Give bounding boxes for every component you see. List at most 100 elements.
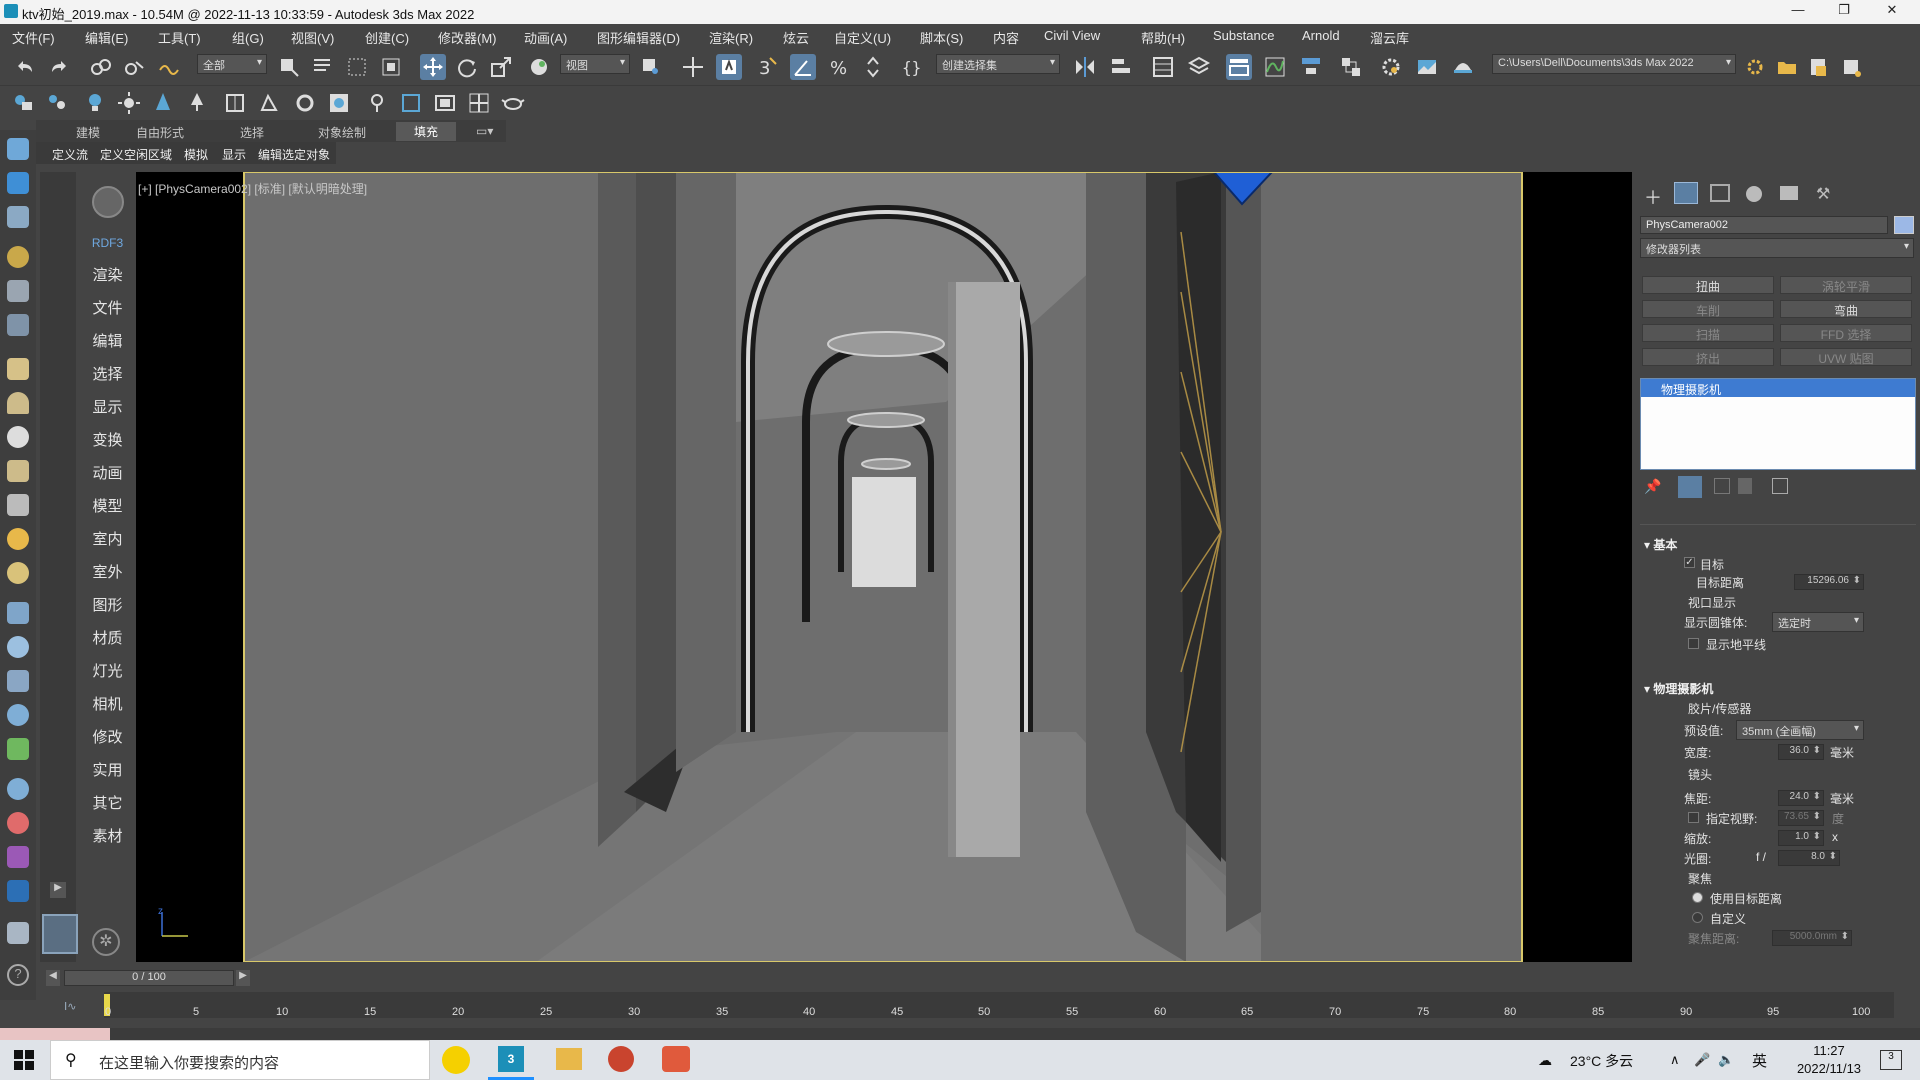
scene-explorer-icon[interactable] <box>1150 54 1176 80</box>
logo-icon[interactable] <box>92 186 124 218</box>
create-tab-icon[interactable]: ＋ <box>1644 184 1664 208</box>
sun-light-icon[interactable] <box>116 90 142 116</box>
lp-exterior[interactable]: 室外 <box>80 561 135 582</box>
use-target-distance-radio[interactable] <box>1692 892 1703 903</box>
define-flows-button[interactable]: 定义流 <box>52 146 88 163</box>
light-bulb-icon[interactable] <box>82 90 108 116</box>
time-slider-next-icon[interactable]: ▶ <box>236 970 250 986</box>
viewport-label[interactable]: [+] [PhysCamera002] [标准] [默认明暗处理] <box>138 180 367 197</box>
width-spinner[interactable]: 36.0 <box>1778 744 1824 760</box>
menu-help[interactable]: 帮助(H) <box>1141 28 1185 47</box>
hierarchy-tab-icon[interactable] <box>1710 184 1730 202</box>
schematic-view-icon[interactable] <box>1298 54 1324 80</box>
lp-transform[interactable]: 变换 <box>80 429 135 450</box>
reference-coordinate-dropdown[interactable]: 视图 <box>560 54 630 74</box>
twist-button[interactable]: 扭曲 <box>1642 276 1774 294</box>
stairs-icon[interactable] <box>7 602 29 624</box>
select-object-icon[interactable] <box>276 54 302 80</box>
align-icon[interactable] <box>1108 54 1134 80</box>
layer-explorer-icon[interactable] <box>1186 54 1212 80</box>
search-input[interactable]: 在这里输入你要搜索的内容 <box>99 1052 279 1073</box>
powerpoint-icon[interactable] <box>608 1046 634 1072</box>
undo-icon[interactable] <box>12 54 38 80</box>
file-explorer-icon[interactable] <box>556 1048 582 1070</box>
particle-view-icon[interactable] <box>44 90 70 116</box>
windows-start-icon[interactable] <box>14 1050 34 1070</box>
menu-group[interactable]: 组(G) <box>232 28 264 47</box>
menu-xuanyun[interactable]: 炫云 <box>783 28 809 47</box>
curve-editor-icon[interactable] <box>1262 54 1288 80</box>
plugin-icon[interactable] <box>1838 54 1864 80</box>
lp-light[interactable]: 灯光 <box>80 660 135 681</box>
tray-chevron-icon[interactable]: ∧ <box>1670 1052 1680 1068</box>
cone-icon[interactable] <box>7 494 29 516</box>
zoom-spinner[interactable]: 1.0 <box>1778 830 1824 846</box>
pivot-center-icon[interactable] <box>638 54 664 80</box>
tab-object-paint[interactable]: 对象绘制 <box>318 124 366 141</box>
target-distance-spinner[interactable]: 15296.06 <box>1794 574 1864 590</box>
close-button[interactable]: ✕ <box>1872 2 1912 22</box>
menu-substance[interactable]: Substance <box>1213 28 1274 43</box>
clock-time[interactable]: 11:27 <box>1794 1043 1864 1058</box>
tree-icon[interactable] <box>184 90 210 116</box>
camera-purple-icon[interactable] <box>7 846 29 868</box>
sphere-icon[interactable] <box>7 426 29 448</box>
safe-frame-icon[interactable] <box>432 90 458 116</box>
make-unique-icon[interactable] <box>1714 478 1730 494</box>
rotate-icon[interactable] <box>454 54 480 80</box>
custom-focus-radio[interactable] <box>1692 912 1703 923</box>
display-button[interactable]: 显示 <box>222 146 246 163</box>
weather-text[interactable]: 23°C 多云 <box>1570 1051 1633 1071</box>
menu-rendering[interactable]: 渲染(R) <box>709 28 753 47</box>
lp-camera[interactable]: 相机 <box>80 693 135 714</box>
sun-icon[interactable] <box>7 528 29 550</box>
panel-icon[interactable] <box>7 358 29 380</box>
keyboard-shortcut-override-icon[interactable] <box>716 54 742 80</box>
snaps-toggle-icon[interactable]: 3 <box>754 54 780 80</box>
book-icon[interactable] <box>222 90 248 116</box>
select-manipulate-icon[interactable] <box>680 54 706 80</box>
menu-customize[interactable]: 自定义(U) <box>834 28 891 47</box>
scale-icon[interactable] <box>488 54 514 80</box>
sketch-icon[interactable] <box>256 90 282 116</box>
help-icon[interactable]: ? <box>7 964 29 986</box>
menu-edit[interactable]: 编辑(E) <box>85 28 128 47</box>
basic-rollout-header[interactable]: ▾ 基本 <box>1644 536 1677 553</box>
move-icon[interactable] <box>420 54 446 80</box>
menu-arnold[interactable]: Arnold <box>1302 28 1340 43</box>
focal-length-spinner[interactable]: 24.0 <box>1778 790 1824 806</box>
menu-scripting[interactable]: 脚本(S) <box>920 28 963 47</box>
menu-file[interactable]: 文件(F) <box>12 28 55 47</box>
physical-camera-rollout-header[interactable]: ▾ 物理摄影机 <box>1644 680 1713 697</box>
lp-display[interactable]: 显示 <box>80 396 135 417</box>
show-end-result-icon[interactable] <box>1678 476 1702 498</box>
angle-snap-icon[interactable] <box>790 54 816 80</box>
time-slider-prev-icon[interactable]: ◀ <box>46 970 60 986</box>
ball-icon[interactable] <box>7 562 29 584</box>
pin-stack-icon[interactable]: 📌 <box>1644 478 1661 495</box>
bind-spacewarp-icon[interactable] <box>156 54 182 80</box>
utilities-tab-icon[interactable]: ⚒ <box>1816 184 1834 203</box>
settings-gear-icon[interactable]: ✲ <box>92 928 120 956</box>
tab-freeform[interactable]: 自由形式 <box>136 124 184 141</box>
rendered-frame-window-icon[interactable] <box>1414 54 1440 80</box>
define-idle-areas-button[interactable]: 定义空闲区域 <box>100 146 172 163</box>
material-ball-icon[interactable] <box>7 778 29 800</box>
sweep-button[interactable]: 扫描 <box>1642 324 1774 342</box>
redo-icon[interactable] <box>46 54 72 80</box>
configure-modifier-sets-icon[interactable] <box>1772 478 1788 494</box>
viewport-thumbnail[interactable] <box>42 914 78 954</box>
task-view-icon[interactable] <box>442 1046 470 1074</box>
project-manager-icon[interactable] <box>1806 54 1832 80</box>
lp-edit[interactable]: 编辑 <box>80 330 135 351</box>
percent-snap-icon[interactable]: % <box>826 54 852 80</box>
maxscript-listener[interactable] <box>0 1028 110 1040</box>
aperture-spinner[interactable]: 8.0 <box>1778 850 1840 866</box>
image-icon[interactable] <box>7 172 29 194</box>
lp-interior[interactable]: 室内 <box>80 528 135 549</box>
lp-model[interactable]: 模型 <box>80 495 135 516</box>
lp-select[interactable]: 选择 <box>80 363 135 384</box>
viewport-render-icon[interactable] <box>326 90 352 116</box>
ffd-select-button[interactable]: FFD 选择 <box>1780 324 1912 342</box>
display-tab-icon[interactable] <box>1780 186 1798 200</box>
